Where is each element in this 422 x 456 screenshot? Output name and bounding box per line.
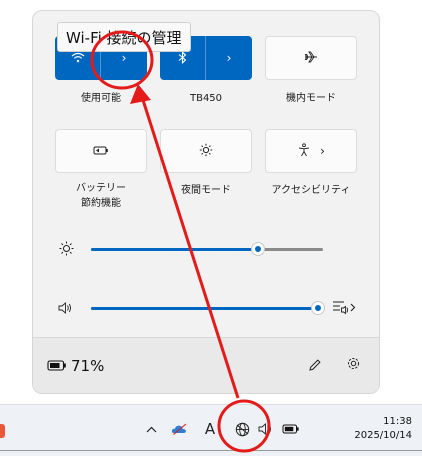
ime-indicator[interactable]: A bbox=[203, 419, 217, 439]
wifi-tile-label: 使用可能 bbox=[81, 93, 121, 104]
bluetooth-devices-button[interactable]: › bbox=[206, 36, 252, 80]
night-light-label: 夜間モード bbox=[181, 185, 231, 196]
battery-saver-label-line2: 節約機能 bbox=[81, 198, 121, 209]
night-light-icon bbox=[199, 143, 213, 159]
volume-slider-track[interactable] bbox=[91, 301, 325, 315]
taskbar-left-app-edge[interactable] bbox=[0, 424, 5, 438]
battery-saver-label-line1: バッテリー bbox=[76, 183, 126, 194]
brightness-slider-fill bbox=[91, 248, 259, 251]
brightness-icon bbox=[59, 241, 74, 260]
accessibility-tile[interactable]: › bbox=[265, 129, 357, 173]
screenshot-stage: › 使用可能 › TB450 機内モード バッテリー 節約機能 夜間モード › … bbox=[0, 0, 422, 456]
volume-slider-fill bbox=[91, 307, 318, 310]
volume-slider-thumb[interactable] bbox=[311, 301, 325, 315]
battery-saver-label: バッテリー 節約機能 bbox=[55, 181, 147, 211]
brightness-slider-track[interactable] bbox=[91, 242, 323, 256]
speaker-icon bbox=[58, 300, 74, 319]
clock-date: 2025/10/14 bbox=[354, 430, 412, 441]
chevron-right-icon: › bbox=[121, 51, 127, 65]
taskbar: A 11:38 2025/10/14 bbox=[0, 404, 422, 456]
network-globe-icon[interactable] bbox=[233, 420, 252, 438]
pencil-icon[interactable] bbox=[308, 357, 322, 376]
gear-icon[interactable] bbox=[346, 356, 361, 375]
quick-settings-footer: 71% bbox=[33, 337, 379, 393]
chevron-right-icon: › bbox=[320, 144, 325, 158]
clock-time: 11:38 bbox=[383, 416, 412, 427]
volume-tray-icon[interactable] bbox=[257, 420, 275, 438]
brightness-row bbox=[55, 237, 379, 261]
accessibility-label: アクセシビリティ bbox=[271, 185, 351, 196]
volume-row bbox=[55, 296, 379, 320]
bluetooth-tile-label: TB450 bbox=[189, 93, 223, 104]
chevron-right-icon: › bbox=[226, 51, 232, 65]
wifi-manage-tooltip: Wi-Fi 接続の管理 bbox=[57, 22, 191, 52]
accessibility-icon bbox=[297, 143, 311, 159]
battery-tray-icon[interactable] bbox=[281, 422, 301, 436]
audio-output-icon[interactable] bbox=[331, 299, 357, 320]
airplane-icon bbox=[304, 51, 318, 65]
bluetooth-icon bbox=[178, 50, 187, 66]
brightness-slider-thumb[interactable] bbox=[251, 242, 266, 256]
airplane-mode-tile[interactable] bbox=[265, 36, 357, 80]
battery-saver-tile[interactable] bbox=[55, 129, 147, 173]
quick-settings-panel: › 使用可能 › TB450 機内モード バッテリー 節約機能 夜間モード › … bbox=[33, 11, 379, 393]
battery-icon bbox=[47, 356, 67, 375]
wifi-icon bbox=[71, 52, 85, 65]
battery-percentage: 71% bbox=[71, 356, 105, 375]
onedrive-icon[interactable] bbox=[170, 420, 190, 438]
battery-status[interactable]: 71% bbox=[47, 356, 104, 375]
bottom-divider bbox=[0, 450, 422, 451]
taskbar-clock[interactable]: 11:38 2025/10/14 bbox=[354, 415, 412, 443]
airplane-mode-label: 機内モード bbox=[286, 93, 336, 104]
battery-saver-icon bbox=[93, 145, 109, 157]
night-light-tile[interactable] bbox=[160, 129, 252, 173]
show-hidden-icons-button[interactable] bbox=[142, 420, 160, 438]
